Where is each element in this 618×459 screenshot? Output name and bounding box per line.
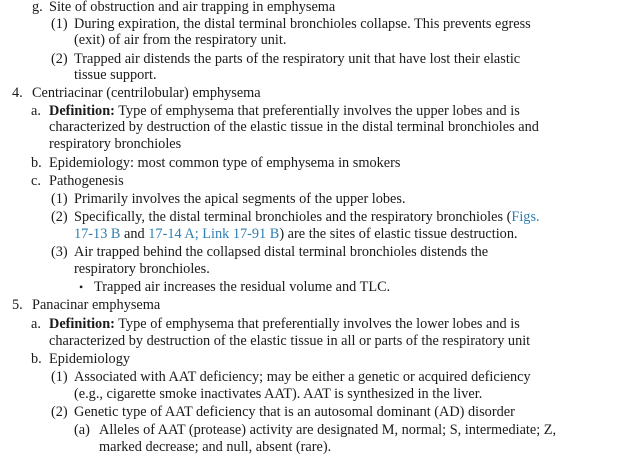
item-marker: (1) [51,369,68,385]
item-marker: (1) [51,191,68,207]
figure-link[interactable]: 17-14 A; Link 17-91 B [148,226,279,242]
item-text: respiratory bronchioles [49,136,182,152]
item-marker: (1) [51,16,68,32]
item-text: characterized by destruction of the elas… [49,119,539,135]
item-marker: (3) [51,244,68,260]
item-marker: (a) [74,422,90,438]
item-marker: c. [31,173,41,189]
item-marker: 5. [12,297,23,313]
item-text: During expiration, the distal terminal b… [74,16,531,32]
item-text: Epidemiology: most common type of emphys… [49,155,401,171]
item-marker: (2) [51,404,68,420]
item-text: marked decrease; and null, absent (rare)… [99,439,332,455]
item-text: ) are the sites of elastic tissue destru… [279,226,518,242]
item-text: Type of emphysema that preferentially in… [114,103,520,119]
item-marker: a. [31,103,41,119]
item-text: Trapped air distends the parts of the re… [74,51,521,67]
item-marker: 4. [12,85,23,101]
item-text: characterized by destruction of the elas… [49,333,531,349]
item-marker: (2) [51,51,68,67]
figure-link[interactable]: 17-13 B [74,226,120,242]
definition-label: Definition: [49,316,115,332]
item-text: (exit) of air from the respiratory unit. [74,32,287,48]
item-marker: a. [31,316,41,332]
item-text: Type of emphysema that preferentially in… [114,316,520,332]
item-text: Primarily involves the apical segments o… [74,191,406,207]
item-text: Specifically, the distal terminal bronch… [74,209,512,225]
item-text: tissue support. [74,67,157,83]
item-marker: (2) [51,209,68,225]
item-marker: g. [32,0,43,15]
bullet-marker: • [79,280,84,294]
item-text: Alleles of AAT (protease) activity are d… [99,422,557,438]
item-marker: b. [31,351,42,367]
item-text: Site of obstruction and air trapping in … [49,0,336,15]
item-text: Air trapped behind the collapsed distal … [74,244,489,260]
item-text: and [120,226,149,242]
figure-link[interactable]: Figs. [511,209,539,225]
item-text: Centriacinar (centrilobular) emphysema [32,85,261,101]
item-text: Epidemiology [49,351,131,367]
definition-label: Definition: [49,103,115,119]
item-marker: b. [31,155,42,171]
item-text: Pathogenesis [49,173,124,189]
item-text: (e.g., cigarette smoke inactivates AAT).… [74,386,483,402]
item-text: Genetic type of AAT deficiency that is a… [74,404,515,420]
item-text: respiratory bronchioles. [74,261,210,277]
item-text: Panacinar emphysema [32,297,161,313]
item-text: Associated with AAT deficiency; may be e… [74,369,531,385]
item-text: Trapped air increases the residual volum… [94,279,391,295]
